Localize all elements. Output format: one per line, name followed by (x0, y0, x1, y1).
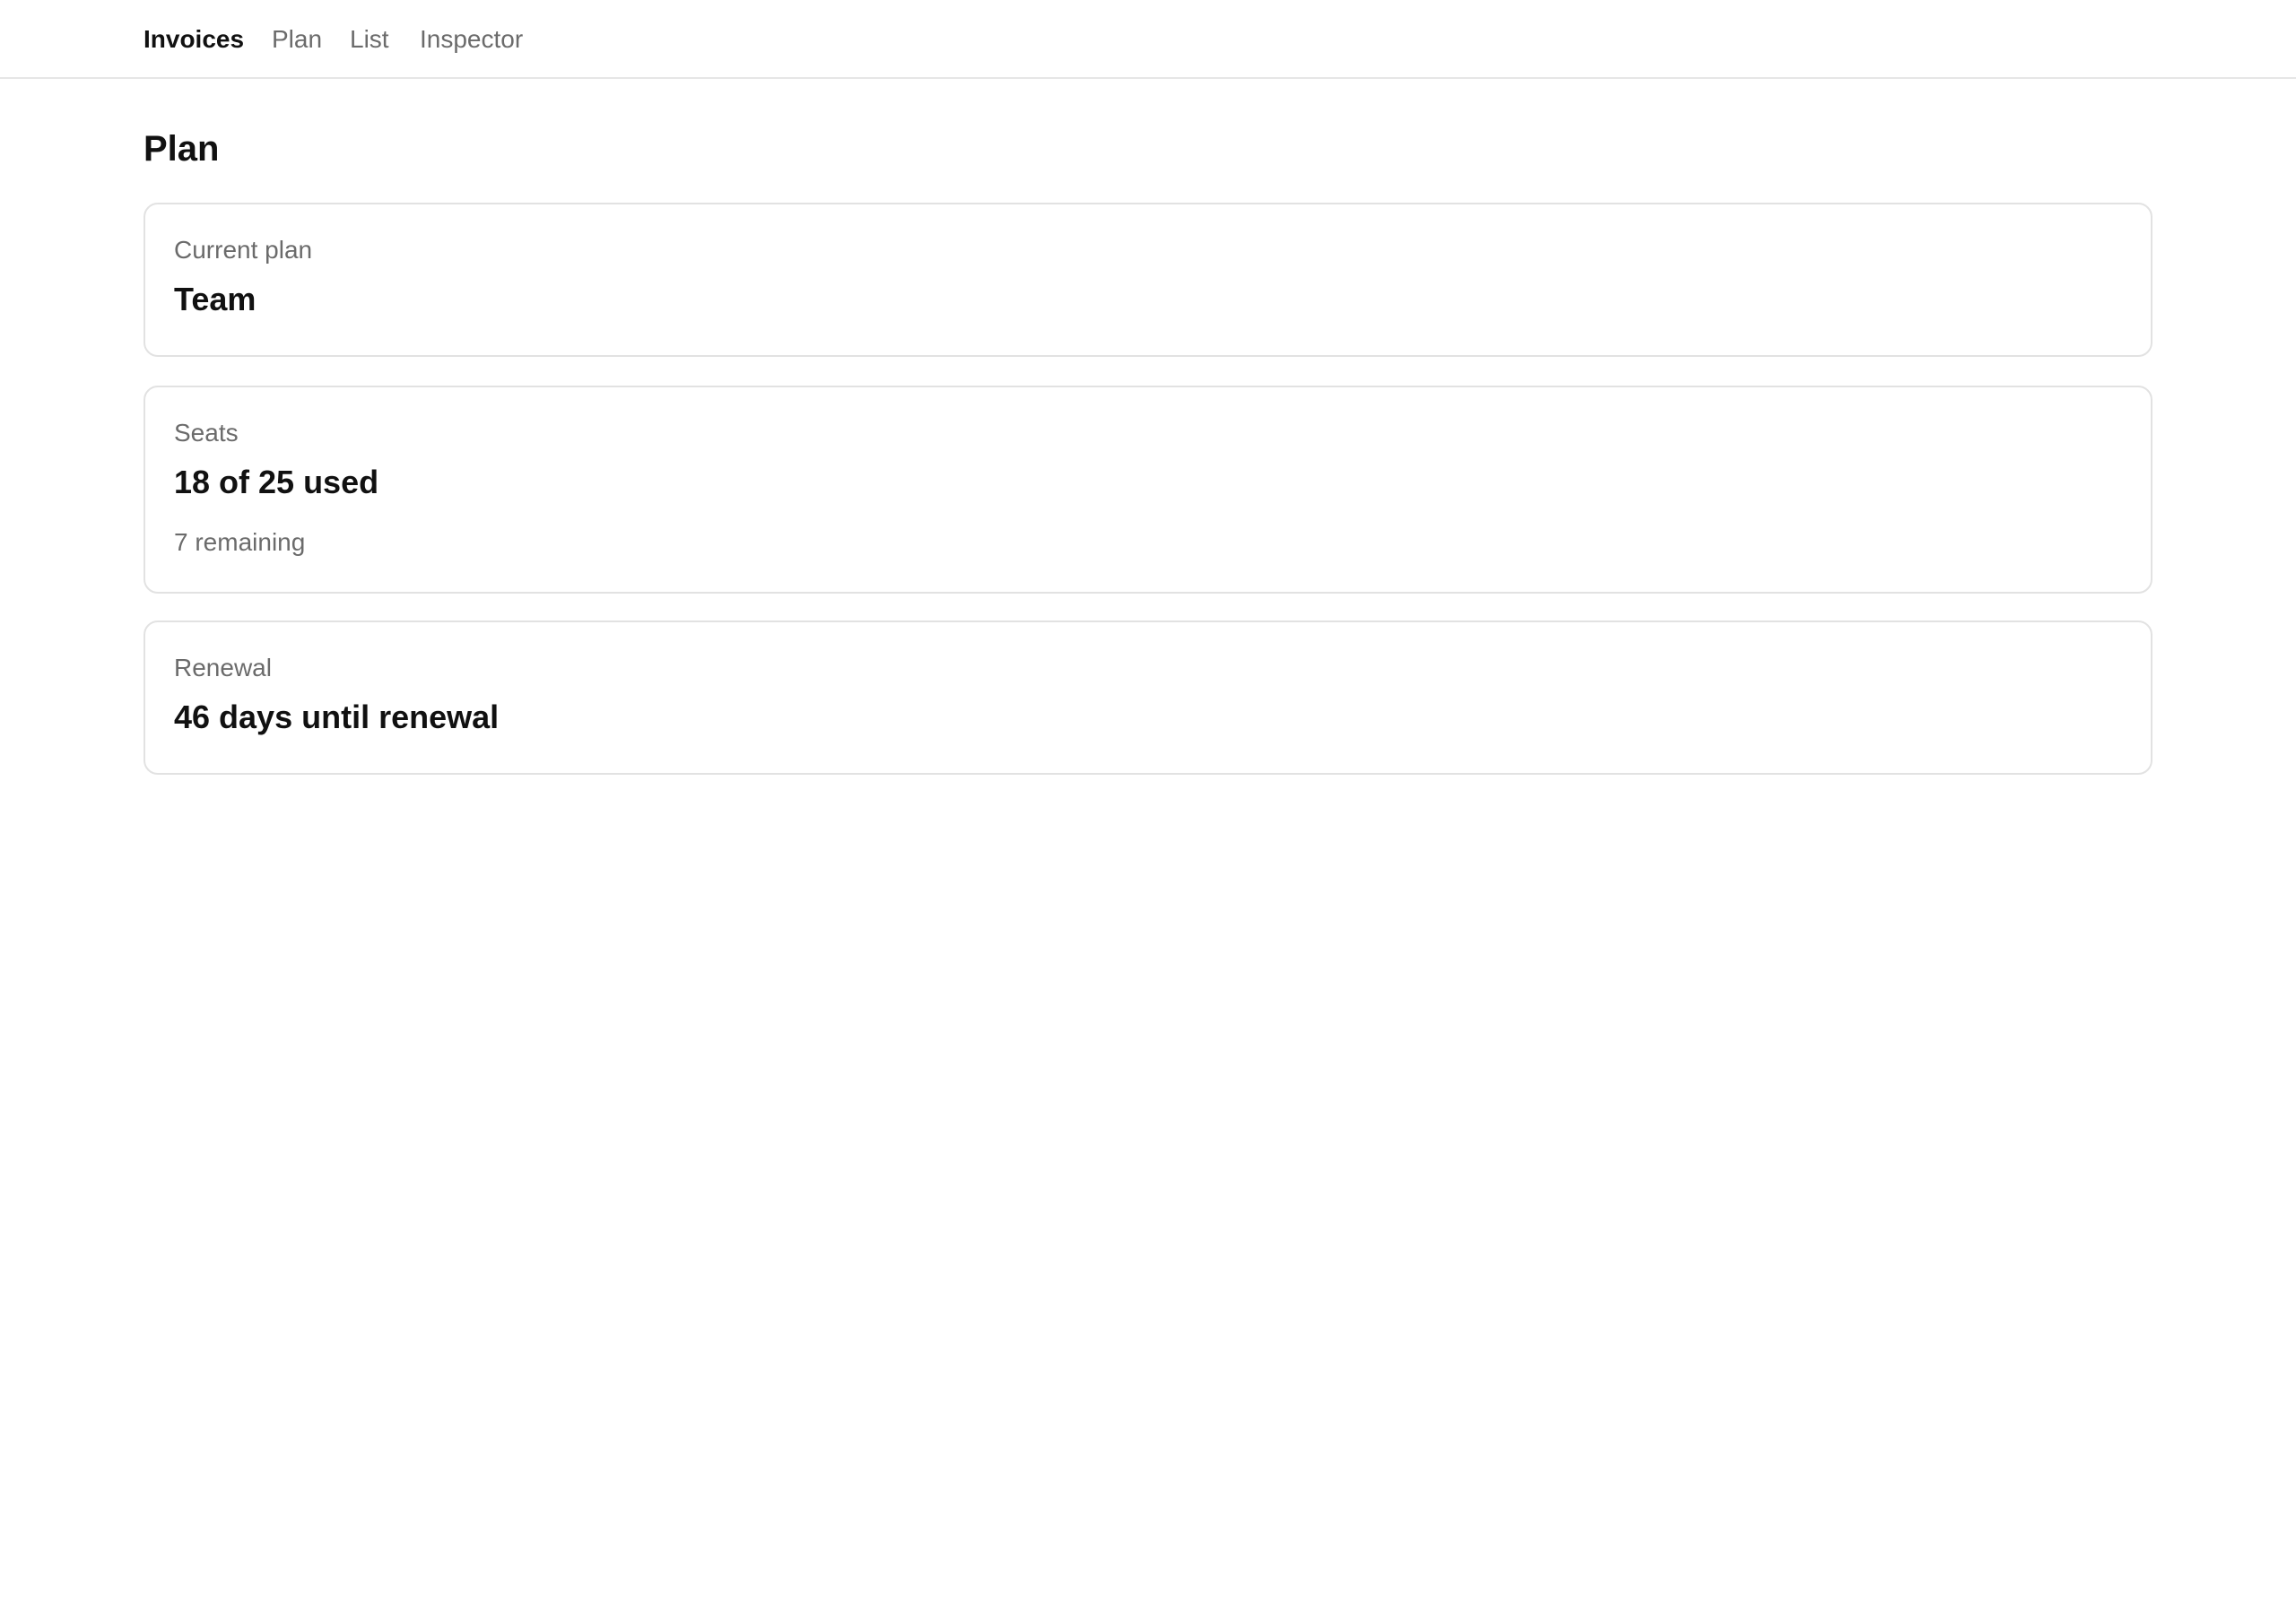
current-plan-card: Current plan Team (144, 203, 2152, 357)
renewal-label: Renewal (174, 654, 272, 681)
seats-remaining: 7 remaining (174, 528, 306, 556)
page-title: Plan (144, 129, 220, 169)
seats-label: Seats (174, 419, 239, 447)
nav-link-inspector[interactable]: Inspector (420, 23, 523, 56)
renewal-value: 46 days until renewal (174, 699, 500, 735)
nav-link-plan[interactable]: Plan (272, 23, 322, 56)
nav-link-list[interactable]: List (350, 23, 389, 56)
current-plan-value: Team (174, 281, 257, 317)
current-plan-label: Current plan (174, 236, 313, 264)
seats-card: Seats 18 of 25 used 7 remaining (144, 386, 2152, 594)
top-navigation: Invoices Plan List Inspector (0, 0, 2296, 79)
renewal-card: Renewal 46 days until renewal (144, 620, 2152, 775)
seats-value: 18 of 25 used (174, 464, 379, 500)
nav-brand-invoices[interactable]: Invoices (144, 23, 244, 56)
